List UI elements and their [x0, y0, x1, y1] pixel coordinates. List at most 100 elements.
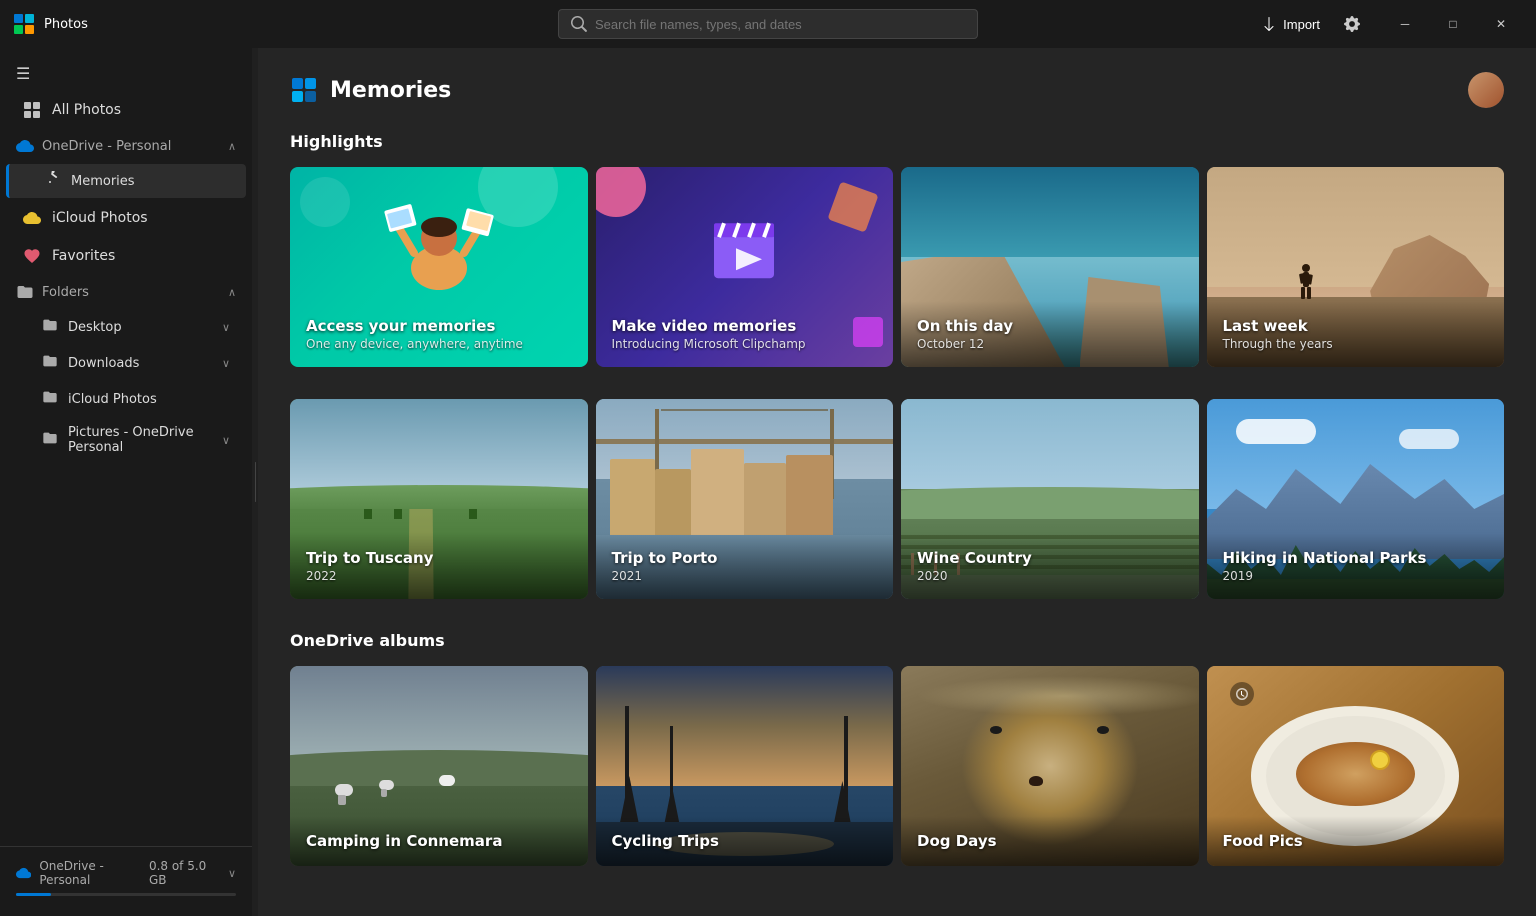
- porto-title: Trip to Porto: [612, 549, 878, 567]
- pictures-label: Pictures - OneDrive Personal: [68, 425, 212, 455]
- sidebar-item-all-photos[interactable]: All Photos: [6, 92, 246, 128]
- sidebar-item-downloads[interactable]: Downloads ∨: [6, 346, 246, 380]
- on-this-day-title: On this day: [917, 317, 1183, 335]
- onedrive-footer-item[interactable]: OneDrive - Personal 0.8 of 5.0 GB ∨: [16, 859, 236, 887]
- access-memories-content: Access your memories One any device, any…: [290, 167, 588, 367]
- page-header: Memories: [290, 72, 1504, 108]
- last-week-content: Last week Through the years: [1207, 301, 1505, 367]
- sidebar-footer: OneDrive - Personal 0.8 of 5.0 GB ∨: [0, 846, 252, 908]
- hiking-content: Hiking in National Parks 2019: [1207, 533, 1505, 599]
- sidebar-item-desktop[interactable]: Desktop ∨: [6, 310, 246, 344]
- highlight-card-access-memories[interactable]: Access your memories One any device, any…: [290, 167, 588, 367]
- downloads-chevron-icon: ∨: [222, 357, 230, 370]
- sidebar-item-pictures[interactable]: Pictures - OneDrive Personal ∨: [6, 418, 246, 462]
- downloads-folder-icon: [42, 353, 58, 373]
- maximize-button[interactable]: □: [1430, 8, 1476, 40]
- dog-content: Dog Days: [901, 816, 1199, 866]
- downloads-label: Downloads: [68, 356, 139, 371]
- food-title: Food Pics: [1223, 832, 1489, 850]
- hiking-year: 2019: [1223, 569, 1489, 583]
- favorites-icon: [22, 246, 42, 266]
- search-box[interactable]: [558, 9, 978, 39]
- sidebar-item-icloud[interactable]: iCloud Photos: [6, 200, 246, 236]
- close-button[interactable]: ✕: [1478, 8, 1524, 40]
- search-icon: [571, 16, 587, 32]
- pictures-chevron-icon: ∨: [222, 434, 230, 447]
- trip-card-tuscany[interactable]: Trip to Tuscany 2022: [290, 399, 588, 599]
- memories-page-icon: [290, 76, 318, 104]
- minimize-button[interactable]: ─: [1382, 8, 1428, 40]
- icloud-icon: [22, 208, 42, 228]
- albums-grid: Camping in Connemara: [290, 666, 1504, 866]
- cycling-content: Cycling Trips: [596, 816, 894, 866]
- trip-card-porto[interactable]: Trip to Porto 2021: [596, 399, 894, 599]
- user-avatar[interactable]: [1468, 72, 1504, 108]
- search-area: [558, 9, 978, 39]
- import-button[interactable]: Import: [1251, 10, 1330, 38]
- settings-button[interactable]: [1338, 10, 1366, 38]
- app-name-label: Photos: [44, 17, 88, 32]
- wine-country-year: 2020: [917, 569, 1183, 583]
- icloud-folder-label: iCloud Photos: [68, 392, 157, 407]
- footer-chevron-icon: ∨: [228, 867, 236, 880]
- video-memories-title: Make video memories: [612, 317, 878, 335]
- access-memories-title: Access your memories: [306, 317, 572, 335]
- hamburger-button[interactable]: ☰: [0, 56, 252, 91]
- trip-card-hiking[interactable]: Hiking in National Parks 2019: [1207, 399, 1505, 599]
- highlight-card-last-week[interactable]: Last week Through the years: [1207, 167, 1505, 367]
- highlight-card-video-memories[interactable]: Make video memories Introducing Microsof…: [596, 167, 894, 367]
- sidebar-item-icloud-folder[interactable]: iCloud Photos: [6, 382, 246, 416]
- gear-icon: [1344, 16, 1360, 32]
- highlight-card-on-this-day[interactable]: On this day October 12: [901, 167, 1199, 367]
- memories-icon: [45, 171, 61, 191]
- connemara-title: Camping in Connemara: [306, 832, 572, 850]
- folders-chevron-icon: ∧: [228, 286, 236, 299]
- cycling-title: Cycling Trips: [612, 832, 878, 850]
- tuscany-title: Trip to Tuscany: [306, 549, 572, 567]
- onedrive-storage-bar: [16, 893, 236, 896]
- highlights-grid: Access your memories One any device, any…: [290, 167, 1504, 367]
- album-card-food[interactable]: Food Pics: [1207, 666, 1505, 866]
- page-title-row: Memories: [290, 76, 451, 104]
- page-title: Memories: [330, 78, 451, 103]
- connemara-content: Camping in Connemara: [290, 816, 588, 866]
- footer-onedrive-label: OneDrive - Personal: [39, 859, 141, 887]
- titlebar: Photos Import ─ □ ✕: [0, 0, 1536, 48]
- desktop-chevron-icon: ∨: [222, 321, 230, 334]
- video-memories-content: Make video memories Introducing Microsof…: [596, 301, 894, 367]
- porto-content: Trip to Porto 2021: [596, 533, 894, 599]
- last-week-subtitle: Through the years: [1223, 337, 1489, 351]
- wine-country-title: Wine Country: [917, 549, 1183, 567]
- desktop-folder-icon: [42, 317, 58, 337]
- album-card-dog[interactable]: Dog Days: [901, 666, 1199, 866]
- access-memories-subtitle: One any device, anywhere, anytime: [306, 337, 572, 351]
- album-card-connemara[interactable]: Camping in Connemara: [290, 666, 588, 866]
- desktop-label: Desktop: [68, 320, 122, 335]
- on-this-day-content: On this day October 12: [901, 301, 1199, 367]
- app-body: ☰ All Photos OneDrive - Personal ∧: [0, 48, 1536, 916]
- icloud-folder-icon: [42, 389, 58, 409]
- icloud-label: iCloud Photos: [52, 210, 148, 226]
- onedrive-section-header[interactable]: OneDrive - Personal ∧: [0, 129, 252, 163]
- sidebar-item-memories[interactable]: Memories: [6, 164, 246, 198]
- sidebar: ☰ All Photos OneDrive - Personal ∧: [0, 48, 252, 916]
- porto-year: 2021: [612, 569, 878, 583]
- search-input[interactable]: [595, 17, 965, 32]
- hamburger-icon: ☰: [16, 64, 30, 83]
- wine-country-content: Wine Country 2020: [901, 533, 1199, 599]
- import-label: Import: [1283, 17, 1320, 32]
- onedrive-footer-icon: [16, 864, 31, 882]
- food-content: Food Pics: [1207, 816, 1505, 866]
- albums-section-title: OneDrive albums: [290, 631, 1504, 650]
- tuscany-content: Trip to Tuscany 2022: [290, 533, 588, 599]
- sidebar-item-favorites[interactable]: Favorites: [6, 238, 246, 274]
- folders-section-header[interactable]: Folders ∧: [0, 275, 252, 309]
- memories-label: Memories: [71, 174, 135, 189]
- album-card-cycling[interactable]: Cycling Trips: [596, 666, 894, 866]
- trip-card-wine-country[interactable]: Wine Country 2020: [901, 399, 1199, 599]
- import-icon: [1261, 16, 1277, 32]
- app-title: Photos: [12, 12, 212, 36]
- hiking-title: Hiking in National Parks: [1223, 549, 1489, 567]
- avatar-image: [1468, 72, 1504, 108]
- footer-storage-label: 0.8 of 5.0 GB: [149, 859, 216, 887]
